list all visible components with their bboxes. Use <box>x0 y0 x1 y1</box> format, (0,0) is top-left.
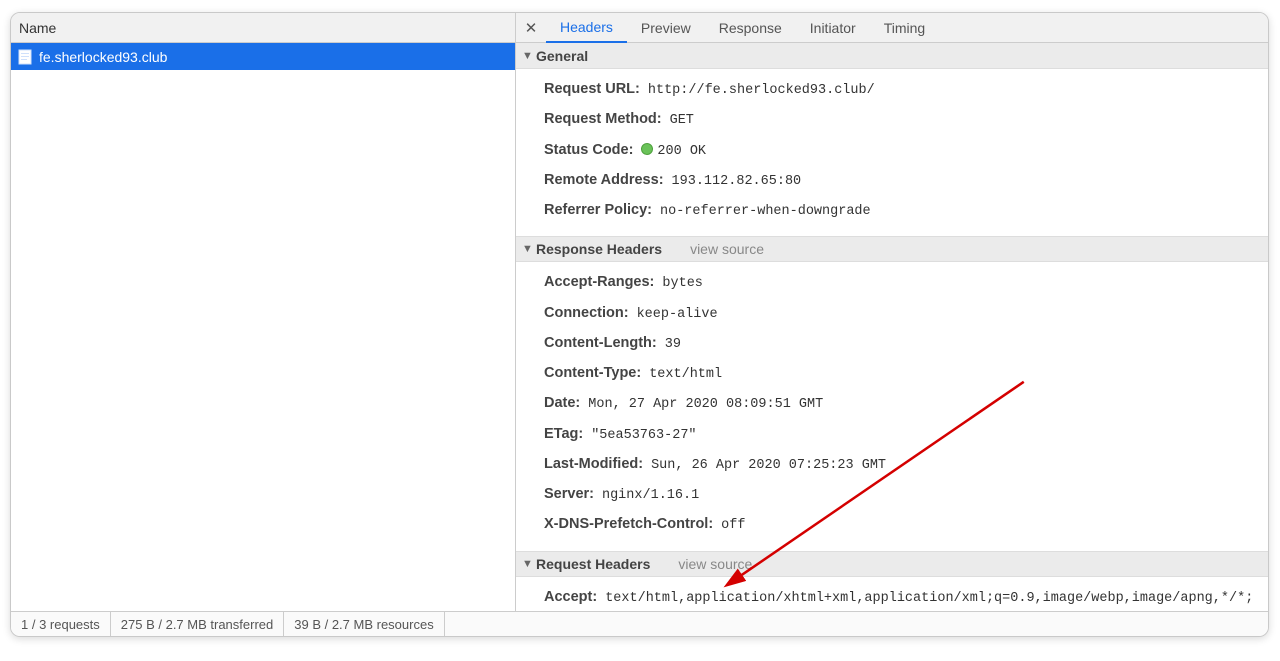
chevron-down-icon: ▼ <box>522 558 534 570</box>
status-transferred: 275 B / 2.7 MB transferred <box>111 612 284 636</box>
kv-date: Date:Mon, 27 Apr 2020 08:09:51 GMT <box>516 389 1268 419</box>
request-headers-list: Accept:text/html,application/xhtml+xml,a… <box>516 577 1268 612</box>
section-response-headers-title: Response Headers <box>536 241 662 257</box>
kv-content-length: Content-Length:39 <box>516 329 1268 359</box>
kv-remote-address: Remote Address:193.112.82.65:80 <box>516 166 1268 196</box>
devtools-window: Name fe.sherlocked93.club ✕ Headers Prev… <box>10 12 1269 637</box>
section-response-headers-header[interactable]: ▼ Response Headers view source <box>516 236 1268 262</box>
tabs-bar: ✕ Headers Preview Response Initiator Tim… <box>516 13 1268 43</box>
request-list-panel: Name fe.sherlocked93.club <box>11 13 516 611</box>
general-list: Request URL:http://fe.sherlocked93.club/… <box>516 69 1268 236</box>
chevron-down-icon: ▼ <box>522 50 534 62</box>
kv-status-code: Status Code:200 OK <box>516 136 1268 166</box>
section-request-headers-title: Request Headers <box>536 556 650 572</box>
kv-request-url: Request URL:http://fe.sherlocked93.club/ <box>516 75 1268 105</box>
name-column-label: Name <box>19 20 56 36</box>
main-split: Name fe.sherlocked93.club ✕ Headers Prev… <box>11 13 1268 611</box>
view-source-link[interactable]: view source <box>678 556 752 572</box>
status-bar: 1 / 3 requests 275 B / 2.7 MB transferre… <box>11 611 1268 636</box>
request-row[interactable]: fe.sherlocked93.club <box>11 43 515 70</box>
close-icon[interactable]: ✕ <box>520 17 542 39</box>
kv-referrer-policy: Referrer Policy:no-referrer-when-downgra… <box>516 196 1268 226</box>
status-resources: 39 B / 2.7 MB resources <box>284 612 444 636</box>
kv-content-type: Content-Type:text/html <box>516 359 1268 389</box>
request-list: fe.sherlocked93.club <box>11 43 515 611</box>
status-ok-icon <box>641 143 653 155</box>
view-source-link[interactable]: view source <box>690 241 764 257</box>
kv-connection: Connection:keep-alive <box>516 299 1268 329</box>
tab-headers[interactable]: Headers <box>546 13 627 43</box>
document-icon <box>17 49 33 65</box>
kv-x-dns-prefetch-control: X-DNS-Prefetch-Control:off <box>516 510 1268 540</box>
tab-response[interactable]: Response <box>705 13 796 43</box>
headers-details: ▼ General Request URL:http://fe.sherlock… <box>516 43 1268 611</box>
kv-etag: ETag:"5ea53763-27" <box>516 420 1268 450</box>
section-general-header[interactable]: ▼ General <box>516 43 1268 69</box>
kv-last-modified: Last-Modified:Sun, 26 Apr 2020 07:25:23 … <box>516 450 1268 480</box>
name-column-header[interactable]: Name <box>11 13 515 43</box>
tab-timing[interactable]: Timing <box>870 13 940 43</box>
status-requests: 1 / 3 requests <box>11 612 111 636</box>
section-request-headers-header[interactable]: ▼ Request Headers view source <box>516 551 1268 577</box>
kv-accept-ranges: Accept-Ranges:bytes <box>516 268 1268 298</box>
tab-initiator[interactable]: Initiator <box>796 13 870 43</box>
details-panel: ✕ Headers Preview Response Initiator Tim… <box>516 13 1268 611</box>
section-general-title: General <box>536 48 588 64</box>
response-headers-list: Accept-Ranges:bytes Connection:keep-aliv… <box>516 262 1268 550</box>
kv-server: Server:nginx/1.16.1 <box>516 480 1268 510</box>
tab-preview[interactable]: Preview <box>627 13 705 43</box>
kv-accept: Accept:text/html,application/xhtml+xml,a… <box>516 583 1268 612</box>
chevron-down-icon: ▼ <box>522 243 534 255</box>
request-name: fe.sherlocked93.club <box>39 49 167 65</box>
kv-request-method: Request Method:GET <box>516 105 1268 135</box>
